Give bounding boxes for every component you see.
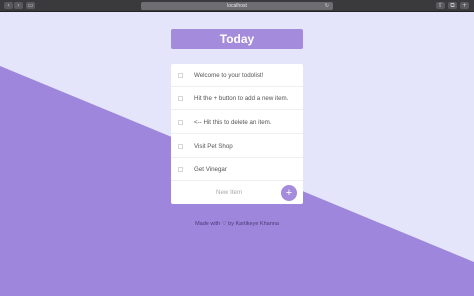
share-button[interactable]: ⇧ (436, 2, 445, 9)
tabs-button[interactable]: ⧉ (448, 2, 457, 9)
list-item[interactable]: Hit the + button to add a new item. (171, 87, 303, 110)
todo-card: Welcome to your todolist! Hit the + butt… (171, 64, 303, 204)
forward-button[interactable]: › (14, 2, 23, 9)
reload-icon[interactable]: ↻ (325, 2, 329, 10)
footer-made-with: Made with (195, 221, 221, 227)
footer: Made with ♡ by Kartikeye Khanna (0, 221, 474, 227)
back-button[interactable]: ‹ (4, 2, 13, 9)
item-label: Get Vinegar (194, 166, 227, 173)
browser-toolbar: ‹ › ▭ ⇧ ⧉ + localhost ↻ (0, 0, 474, 12)
item-label: Hit the + button to add a new item. (194, 95, 289, 102)
sidebar-toggle-button[interactable]: ▭ (26, 2, 35, 9)
heart-icon: ♡ (221, 221, 227, 227)
checkbox[interactable] (178, 120, 183, 125)
new-tab-button[interactable]: + (460, 2, 469, 9)
footer-author: by Kartikeye Khanna (228, 221, 279, 227)
list-title: Today (171, 29, 303, 49)
checkbox[interactable] (178, 144, 183, 149)
checkbox[interactable] (178, 96, 183, 101)
address-text: localhost (227, 3, 247, 9)
item-label: <-- Hit this to delete an item. (194, 119, 272, 126)
address-bar[interactable]: localhost ↻ (141, 2, 333, 10)
list-item[interactable]: Get Vinegar (171, 158, 303, 181)
new-item-placeholder: New Item (216, 189, 243, 196)
item-label: Visit Pet Shop (194, 143, 233, 150)
list-item[interactable]: Welcome to your todolist! (171, 64, 303, 87)
list-item[interactable]: Visit Pet Shop (171, 135, 303, 158)
checkbox[interactable] (178, 73, 183, 78)
checkbox[interactable] (178, 167, 183, 172)
item-label: Welcome to your todolist! (194, 72, 264, 79)
list-item[interactable]: <-- Hit this to delete an item. (171, 111, 303, 134)
add-item-button[interactable]: + (281, 185, 297, 201)
